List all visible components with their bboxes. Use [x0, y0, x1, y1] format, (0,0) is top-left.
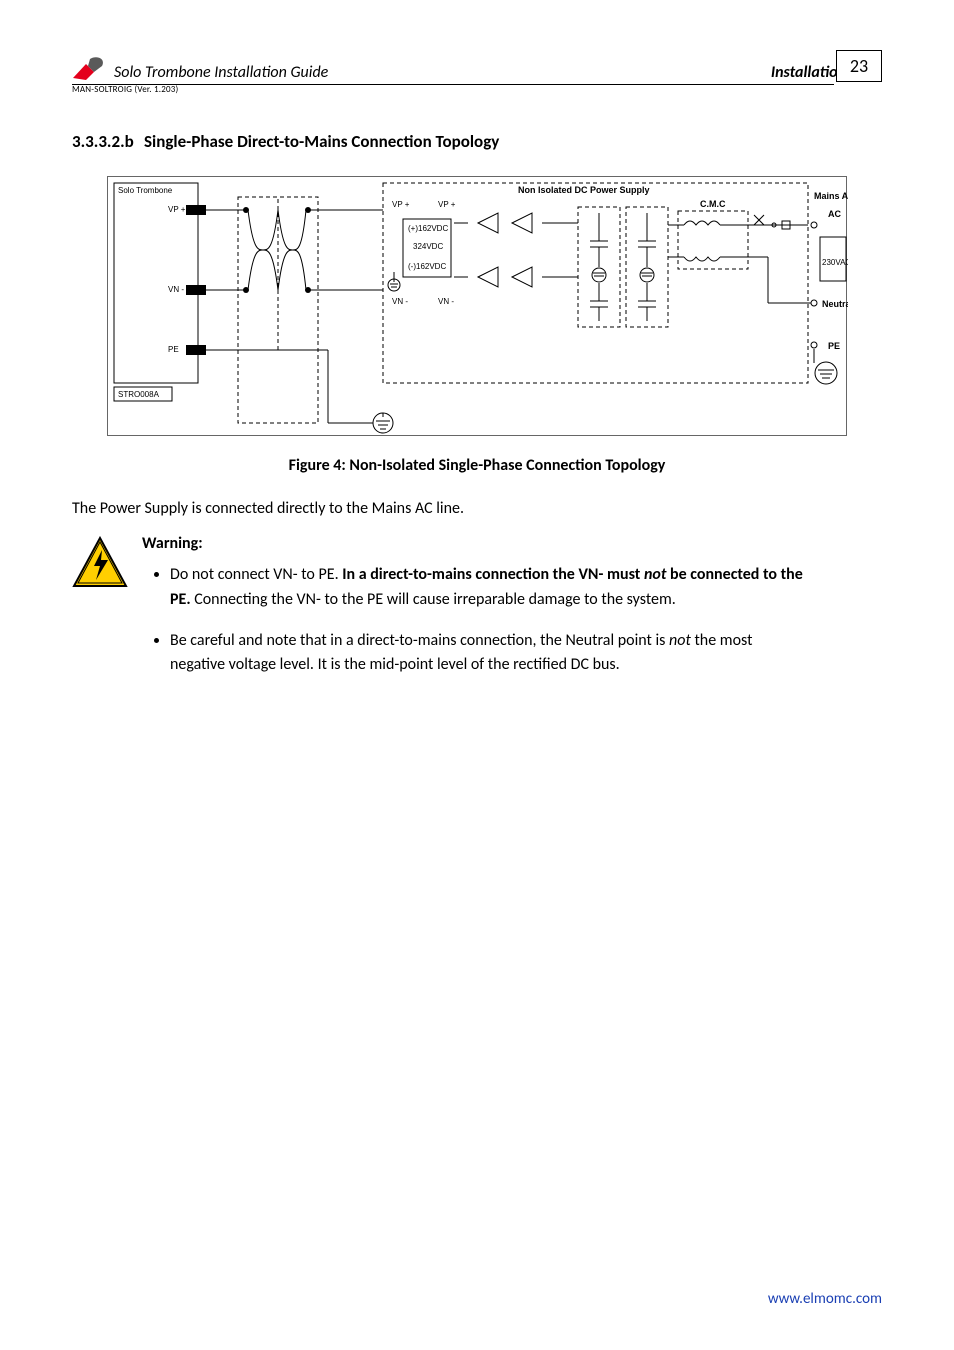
- svg-text:PE: PE: [828, 341, 840, 351]
- svg-text:VP +: VP +: [168, 205, 186, 214]
- svg-text:PE: PE: [168, 345, 179, 354]
- warning-block: Warning: Do not connect VN- to PE. In a …: [72, 534, 882, 694]
- section-title: Single-Phase Direct-to-Mains Connection …: [144, 131, 499, 152]
- warning-item-2: Be careful and note that in a direct-to-…: [170, 629, 882, 679]
- section-number: 3.3.3.2.b: [72, 131, 144, 152]
- svg-text:230VAC: 230VAC: [822, 258, 848, 267]
- svg-text:AC: AC: [828, 209, 841, 219]
- page-header: Solo Trombone Installation Guide Install…: [72, 56, 882, 82]
- svg-text:C.M.C: C.M.C: [700, 199, 726, 209]
- svg-text:VP +: VP +: [392, 200, 410, 209]
- page: Solo Trombone Installation Guide Install…: [0, 0, 954, 1350]
- svg-text:324VDC: 324VDC: [413, 242, 443, 251]
- doc-title: Solo Trombone Installation Guide: [114, 63, 328, 82]
- section-name: Installation: [771, 63, 846, 82]
- wiring-diagram: Solo Trombone VP + VN - PE: [107, 176, 847, 436]
- figure-caption: Figure 4: Non-Isolated Single-Phase Conn…: [72, 456, 882, 475]
- header-left: Solo Trombone Installation Guide: [72, 56, 328, 82]
- svg-text:VP +: VP +: [438, 200, 456, 209]
- warning-electrical-icon: [72, 536, 128, 588]
- brand-logo-icon: [72, 56, 106, 84]
- warning-item-1: Do not connect VN- to PE. In a direct-to…: [170, 563, 882, 613]
- version-line: MAN-SOLTROIG (Ver. 1.203): [72, 84, 882, 95]
- svg-text:Mains AC network: Mains AC network: [814, 191, 848, 201]
- dg-solo-title: Solo Trombone: [118, 186, 173, 195]
- svg-text:VN -: VN -: [438, 297, 454, 306]
- svg-text:VN -: VN -: [168, 285, 184, 294]
- svg-text:(-)162VDC: (-)162VDC: [408, 262, 446, 271]
- figure: Solo Trombone VP + VN - PE: [72, 176, 882, 475]
- section-heading: 3.3.3.2.b Single-Phase Direct-to-Mains C…: [72, 131, 882, 152]
- svg-text:VN -: VN -: [392, 297, 408, 306]
- warning-title: Warning:: [142, 534, 882, 553]
- footer-url[interactable]: www.elmomc.com: [768, 1290, 882, 1308]
- svg-text:Neutral: Neutral: [822, 299, 848, 309]
- svg-text:(+)162VDC: (+)162VDC: [408, 224, 448, 233]
- svg-text:STRO008A: STRO008A: [118, 390, 160, 399]
- warning-list: Do not connect VN- to PE. In a direct-to…: [156, 563, 882, 678]
- page-number: 23: [836, 50, 882, 82]
- svg-text:Non Isolated DC Power Supply: Non Isolated DC Power Supply: [518, 185, 650, 195]
- warning-text: Warning: Do not connect VN- to PE. In a …: [142, 534, 882, 694]
- intro-paragraph: The Power Supply is connected directly t…: [72, 499, 882, 518]
